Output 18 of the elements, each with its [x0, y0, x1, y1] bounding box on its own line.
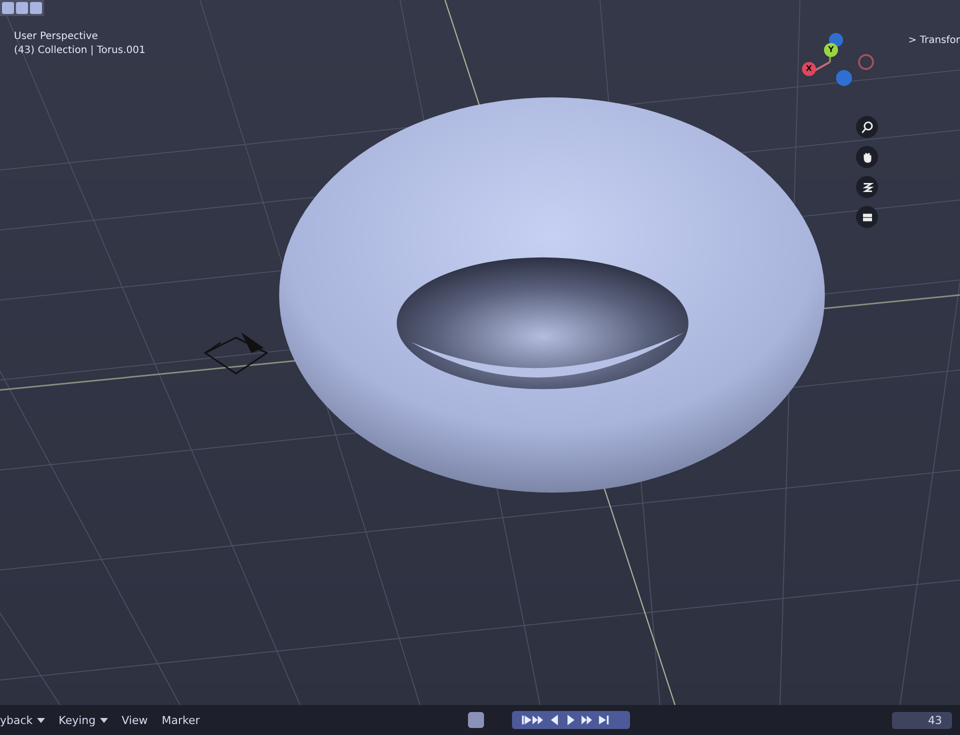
- menu-item[interactable]: yback: [0, 714, 45, 726]
- axis-handle[interactable]: X: [802, 62, 816, 76]
- zoom-icon[interactable]: [856, 116, 878, 138]
- menu-item[interactable]: View: [122, 714, 148, 726]
- sidebar-tab[interactable]: > Transfor: [908, 35, 960, 46]
- axis-handle[interactable]: Y: [824, 43, 838, 57]
- frame-field[interactable]: 43: [892, 712, 952, 728]
- dropdown-caret-icon: [36, 718, 45, 722]
- axis-handle-icon[interactable]: [836, 70, 852, 86]
- view-title: User Perspective: [14, 30, 99, 44]
- hand-icon[interactable]: [856, 146, 878, 168]
- playback-controls[interactable]: [512, 711, 630, 729]
- object-context: (43) Collection | Torus.001: [14, 44, 146, 58]
- menu-item[interactable]: Marker: [162, 714, 200, 726]
- axis-handle-icon[interactable]: [858, 54, 874, 70]
- record-icon[interactable]: [468, 712, 484, 728]
- dropdown-caret-icon: [100, 718, 108, 722]
- menu-item[interactable]: Keying: [58, 714, 108, 726]
